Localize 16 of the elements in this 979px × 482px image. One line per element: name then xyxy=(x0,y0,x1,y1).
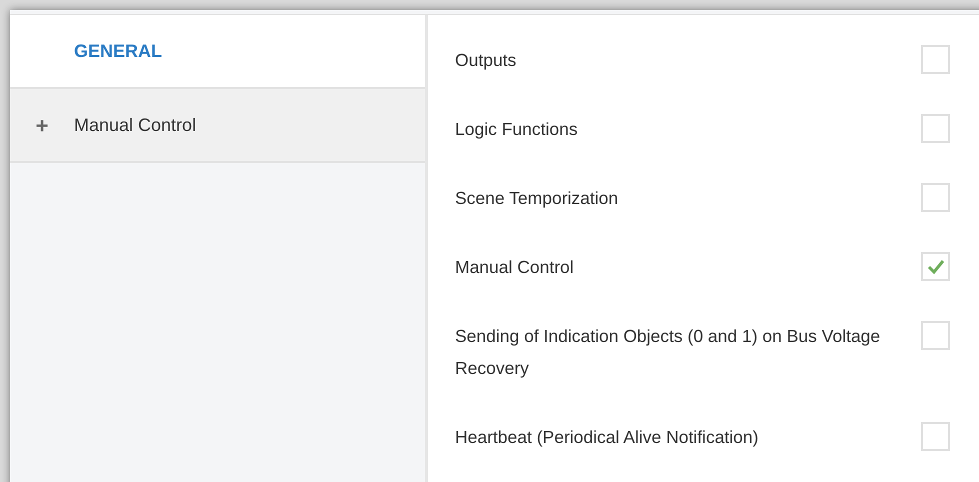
checkbox[interactable] xyxy=(921,422,950,451)
option-label: Sending of Indication Objects (0 and 1) on Bus Voltage Recovery xyxy=(455,325,882,380)
sidebar-item[interactable]: GENERAL xyxy=(10,15,425,89)
sidebar-item[interactable]: + Manual Control xyxy=(10,89,425,163)
option-label: Logic Functions xyxy=(455,118,579,141)
checkbox[interactable] xyxy=(921,252,950,281)
option-label: Outputs xyxy=(455,49,518,72)
checkbox[interactable] xyxy=(921,321,950,350)
checkbox[interactable] xyxy=(921,45,950,74)
checkbox[interactable] xyxy=(921,183,950,212)
option-label: Heartbeat (Periodical Alive Notification) xyxy=(455,426,760,449)
expand-icon[interactable]: + xyxy=(36,108,48,142)
option-label: Manual Control xyxy=(455,256,575,279)
check-icon xyxy=(926,258,944,274)
checkbox[interactable] xyxy=(921,114,950,143)
option-label: Scene Temporization xyxy=(455,187,620,210)
